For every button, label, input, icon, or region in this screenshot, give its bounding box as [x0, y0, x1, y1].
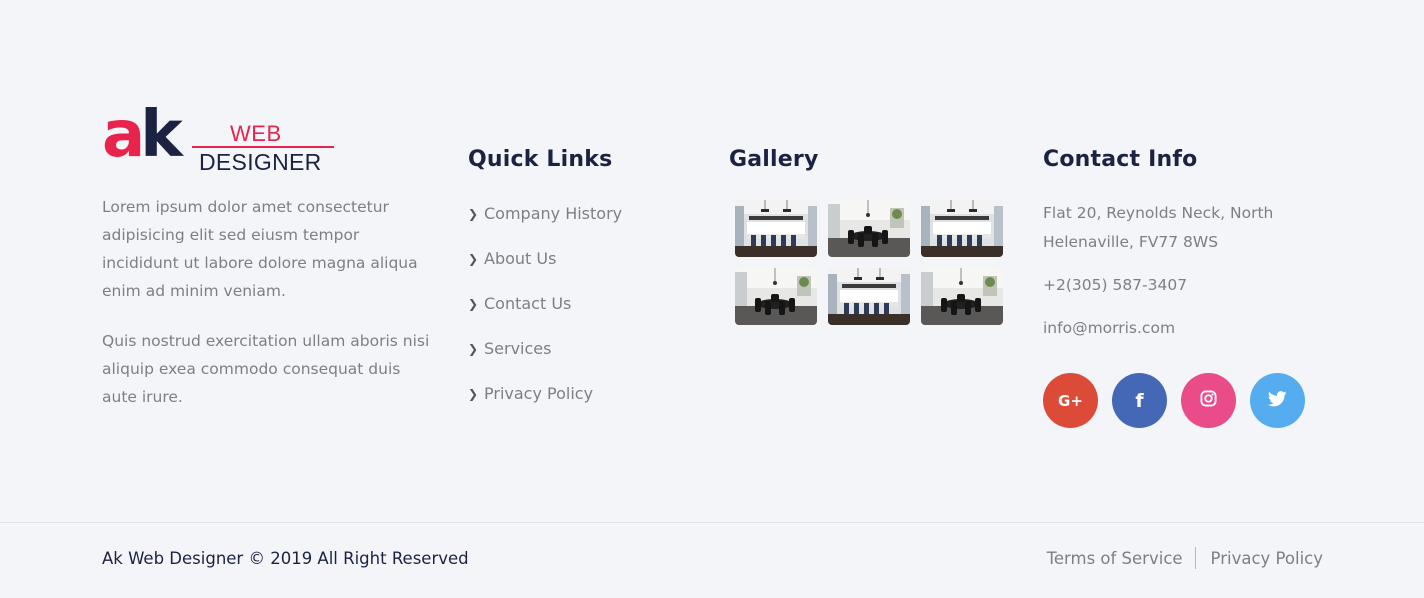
copyright-text: Ak Web Designer © 2019 All Right Reserve…	[102, 549, 469, 568]
gallery-image-1[interactable]	[735, 200, 817, 257]
privacy-policy-link[interactable]: Privacy Policy	[1211, 549, 1323, 568]
facebook-button[interactable]: f	[1112, 373, 1167, 428]
logo-letter-a: a	[102, 98, 145, 172]
contact-phone[interactable]: +2(305) 587-3407	[1043, 271, 1333, 300]
gallery-column: Gallery	[729, 145, 1014, 325]
gallery-image-3[interactable]	[921, 200, 1003, 257]
gallery-image-5[interactable]	[828, 268, 910, 325]
quick-link-company-history[interactable]: ❯ Company History	[468, 203, 688, 248]
logo-word-top: WEB	[230, 121, 282, 146]
quick-links-column: Quick Links ❯ Company History ❯ About Us ❯…	[468, 145, 688, 428]
gallery-image-6[interactable]	[921, 268, 1003, 325]
contact-email[interactable]: info@morris.com	[1043, 314, 1333, 343]
quick-link-about-us[interactable]: ❯ About Us	[468, 248, 688, 293]
quick-links-title: Quick Links	[468, 147, 613, 172]
terms-of-service-link[interactable]: Terms of Service	[1047, 549, 1183, 568]
instagram-button[interactable]	[1181, 373, 1236, 428]
gallery-title: Gallery	[729, 147, 819, 172]
bottom-links: Terms of Service Privacy Policy	[1047, 547, 1323, 569]
gallery-image-4[interactable]	[735, 268, 817, 325]
logo-word-bottom: DESIGNER	[199, 149, 322, 175]
gallery-image-2[interactable]	[828, 200, 910, 257]
footer-main: ak WEB DESIGNER Lorem ipsum dolor amet c…	[0, 0, 1424, 522]
quick-link-label: Services	[484, 339, 552, 358]
contact-title: Contact Info	[1043, 147, 1198, 172]
contact-address: Flat 20, Reynolds Neck, North Helenavill…	[1043, 204, 1274, 251]
about-paragraph-1: Lorem ipsum dolor amet consectetur adipi…	[102, 198, 418, 300]
logo-mark: ak	[102, 103, 183, 167]
about-column: ak WEB DESIGNER Lorem ipsum dolor amet c…	[102, 103, 432, 433]
link-separator	[1194, 547, 1196, 569]
chevron-right-icon: ❯	[468, 252, 479, 266]
logo[interactable]: ak WEB DESIGNER	[102, 103, 337, 177]
twitter-icon	[1267, 390, 1287, 411]
google-plus-button[interactable]: G+	[1043, 373, 1098, 428]
chevron-right-icon: ❯	[468, 342, 479, 356]
twitter-button[interactable]	[1250, 373, 1305, 428]
quick-links-list: ❯ Company History ❯ About Us ❯ Contact Us ❯…	[468, 203, 688, 428]
contact-column: Contact Info Flat 20, Reynolds Neck, Nor…	[1043, 145, 1333, 428]
quick-link-label: About Us	[484, 249, 557, 268]
chevron-right-icon: ❯	[468, 207, 479, 221]
quick-link-privacy-policy[interactable]: ❯ Privacy Policy	[468, 383, 688, 428]
quick-link-services[interactable]: ❯ Services	[468, 338, 688, 383]
about-paragraph-2: Quis nostrud exercitation ullam aboris n…	[102, 332, 430, 406]
chevron-right-icon: ❯	[468, 387, 479, 401]
quick-link-label: Company History	[484, 204, 623, 223]
footer-bottom-bar: Ak Web Designer © 2019 All Right Reserve…	[0, 522, 1424, 598]
gallery-grid	[735, 200, 1014, 325]
social-links: G+ f	[1043, 373, 1333, 428]
facebook-icon: f	[1135, 389, 1144, 412]
google-plus-icon: G+	[1058, 391, 1083, 410]
quick-link-label: Privacy Policy	[484, 384, 594, 403]
instagram-icon	[1200, 390, 1217, 411]
quick-link-label: Contact Us	[484, 294, 572, 313]
quick-link-contact-us[interactable]: ❯ Contact Us	[468, 293, 688, 338]
logo-letter-k: k	[140, 98, 183, 172]
logo-divider	[192, 146, 334, 148]
chevron-right-icon: ❯	[468, 297, 479, 311]
